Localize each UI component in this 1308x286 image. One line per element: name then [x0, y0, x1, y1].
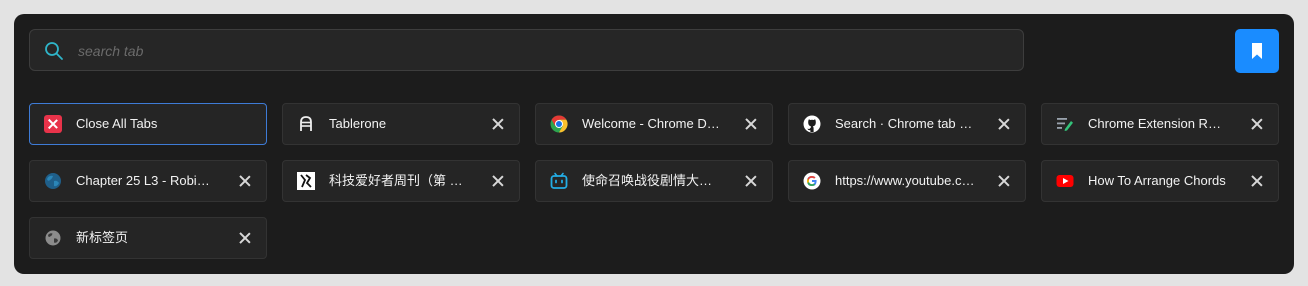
- close-all-label: Close All Tabs: [76, 116, 158, 131]
- tab-item[interactable]: Search · Chrome tab extension: [788, 103, 1026, 145]
- close-tab-icon[interactable]: [491, 174, 505, 188]
- tab-title: Welcome - Chrome Developers: [582, 116, 722, 131]
- tab-item[interactable]: How To Arrange Chords: [1041, 160, 1279, 202]
- tab-item[interactable]: Chapter 25 L3 - Robinson: [29, 160, 267, 202]
- close-all-icon: [44, 115, 62, 133]
- tab-title: How To Arrange Chords: [1088, 173, 1226, 188]
- search-input[interactable]: [76, 30, 1010, 72]
- google-icon: [803, 172, 821, 190]
- tab-item[interactable]: Chrome Extension Reviews: [1041, 103, 1279, 145]
- search-icon: [45, 42, 63, 60]
- globe-blue-icon: [44, 172, 62, 190]
- tab-title: 新标签页: [76, 230, 129, 245]
- tab-title: https://www.youtube.com/: [835, 173, 975, 188]
- ruanyifeng-icon: [297, 172, 315, 190]
- close-tab-icon[interactable]: [491, 117, 505, 131]
- bookmark-button[interactable]: [1235, 29, 1279, 73]
- close-tab-icon[interactable]: [1250, 117, 1264, 131]
- search-box[interactable]: [29, 29, 1024, 72]
- github-icon: [803, 115, 821, 133]
- tab-item[interactable]: Tablerone: [282, 103, 520, 145]
- bilibili-icon: [550, 172, 568, 190]
- tablerone-icon: [297, 115, 315, 133]
- tab-item[interactable]: Welcome - Chrome Developers: [535, 103, 773, 145]
- close-tab-icon[interactable]: [744, 174, 758, 188]
- tab-item[interactable]: 使命召唤战役剧情大合集: [535, 160, 773, 202]
- close-tab-icon[interactable]: [238, 231, 252, 245]
- tab-title: Search · Chrome tab extension: [835, 116, 975, 131]
- chrome-icon: [550, 115, 568, 133]
- tab-item[interactable]: https://www.youtube.com/: [788, 160, 1026, 202]
- close-all-tabs-button[interactable]: Close All Tabs: [29, 103, 267, 145]
- tab-title: 科技爱好者周刊（第 199 期）: [329, 173, 469, 188]
- tab-item[interactable]: 科技爱好者周刊（第 199 期）: [282, 160, 520, 202]
- close-tab-icon[interactable]: [744, 117, 758, 131]
- close-tab-icon[interactable]: [238, 174, 252, 188]
- close-tab-icon[interactable]: [1250, 174, 1264, 188]
- tab-title: 使命召唤战役剧情大合集: [582, 173, 722, 188]
- close-tab-icon[interactable]: [997, 117, 1011, 131]
- tab-manager-panel: Close All Tabs Tablerone: [14, 14, 1294, 274]
- review-icon: [1056, 115, 1074, 133]
- tab-item[interactable]: 新标签页: [29, 217, 267, 259]
- close-tab-icon[interactable]: [997, 174, 1011, 188]
- youtube-icon: [1056, 172, 1074, 190]
- tab-title: Tablerone: [329, 116, 387, 131]
- tab-title: Chapter 25 L3 - Robinson: [76, 173, 216, 188]
- tab-grid: Close All Tabs Tablerone Welcome - Chrom…: [29, 103, 1279, 259]
- tab-title: Chrome Extension Reviews: [1088, 116, 1228, 131]
- globe-gray-icon: [44, 229, 62, 247]
- bookmark-icon: [1252, 43, 1262, 59]
